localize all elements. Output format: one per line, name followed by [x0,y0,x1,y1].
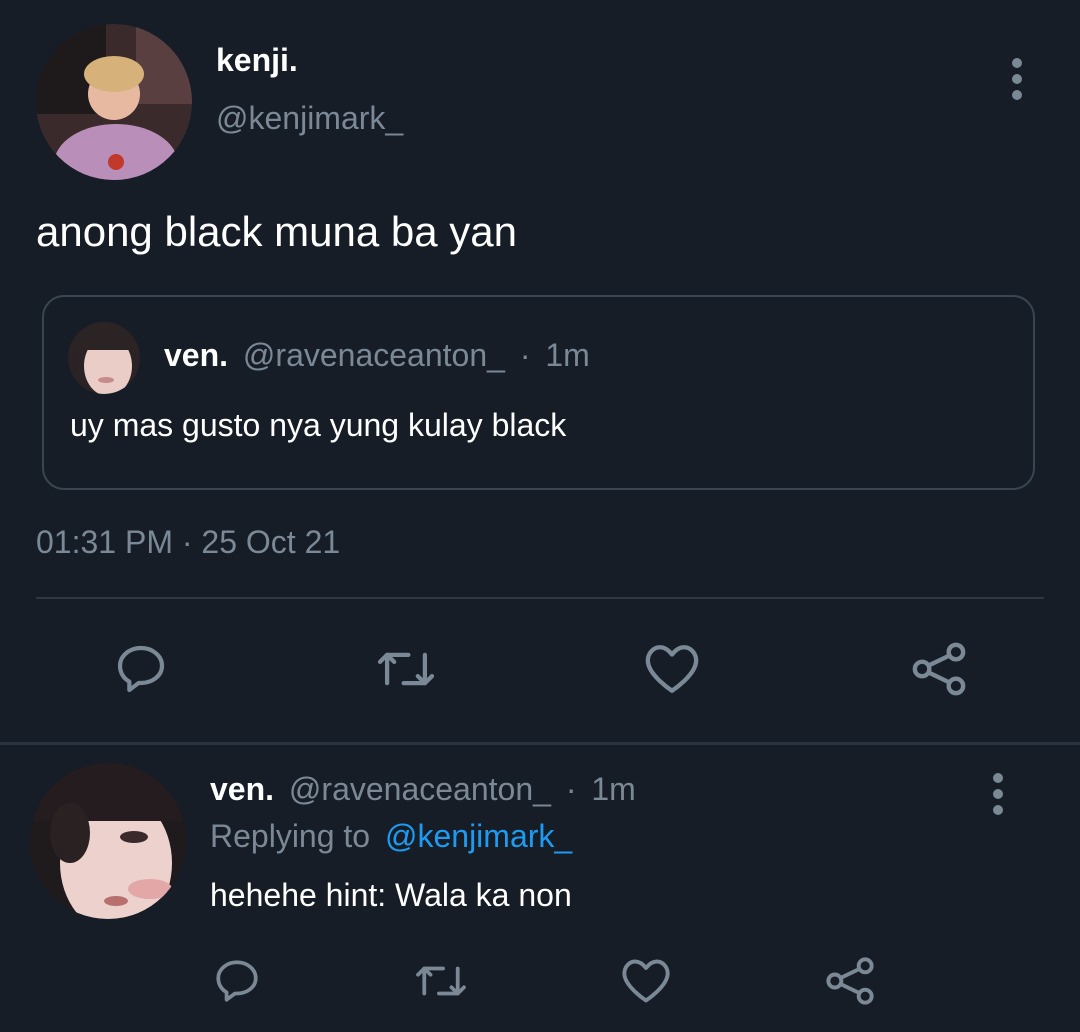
author-handle[interactable]: @kenjimark_ [216,100,403,137]
section-divider [0,742,1080,745]
quote-time: 1m [545,337,590,373]
like-icon[interactable] [643,642,701,696]
author-name[interactable]: kenji. [216,42,298,79]
replying-to-handle[interactable]: @kenjimark_ [385,818,572,854]
reply-name[interactable]: ven. [210,771,274,807]
reply-retweet-icon[interactable] [412,958,470,1004]
quote-separator: · [519,337,531,373]
quote-name[interactable]: ven. [164,337,228,373]
tweet-timestamp: 01:31 PM · 25 Oct 21 [36,524,341,560]
author-avatar[interactable] [36,24,192,180]
share-icon[interactable] [910,640,968,698]
reply-text: hehehe hint: Wala ka non [210,877,572,913]
more-icon[interactable] [1012,58,1022,106]
reply-handle[interactable]: @ravenaceanton_ [289,771,551,807]
reply-reply-icon[interactable] [212,956,262,1006]
reply-avatar[interactable] [30,763,186,919]
replying-to: Replying to @kenjimark_ [210,818,572,855]
quote-handle[interactable]: @ravenaceanton_ [243,337,505,373]
quote-avatar[interactable] [68,322,140,394]
reply-more-icon[interactable] [993,773,1003,821]
quote-text: uy mas gusto nya yung kulay black [70,407,567,443]
reply-time: 1m [591,771,636,807]
reply-header: ven. @ravenaceanton_ · 1m [210,771,636,808]
retweet-icon[interactable] [374,643,438,695]
reply-like-icon[interactable] [620,957,672,1005]
divider [36,597,1044,599]
reply-share-icon[interactable] [824,955,876,1007]
quote-header: ven. @ravenaceanton_ · 1m [164,337,590,374]
reply-separator: · [565,771,577,807]
replying-to-label: Replying to [210,818,371,854]
quoted-tweet[interactable] [42,295,1035,490]
tweet-text: anong black muna ba yan [36,208,518,255]
reply-icon[interactable] [113,641,169,697]
